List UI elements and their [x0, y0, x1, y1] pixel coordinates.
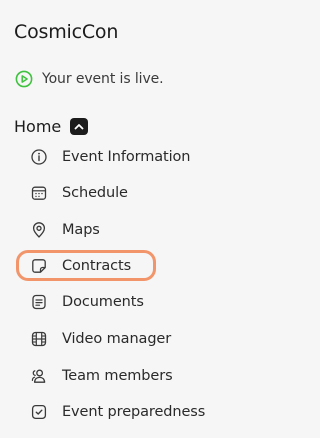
- nav-item-label: Video manager: [62, 331, 172, 347]
- film-icon: [30, 330, 48, 348]
- nav-item-label: Event preparedness: [62, 404, 206, 420]
- section-title: Home: [14, 117, 62, 136]
- nav-item-label: Event Information: [62, 149, 191, 165]
- nav-item-team-members[interactable]: Team members: [30, 364, 173, 388]
- event-status: Your event is live.: [15, 70, 164, 88]
- map-pin-icon: [30, 221, 48, 239]
- users-icon: [30, 367, 48, 385]
- nav-item-video-manager[interactable]: Video manager: [30, 327, 171, 351]
- nav-item-event-preparedness[interactable]: Event preparedness: [30, 400, 205, 424]
- event-status-text: Your event is live.: [42, 71, 164, 87]
- play-circle-icon: [15, 70, 33, 88]
- check-badge-icon: [30, 403, 48, 421]
- nav-item-documents[interactable]: Documents: [30, 290, 144, 314]
- chevron-up-icon[interactable]: [70, 118, 89, 135]
- app-title: CosmicCon: [14, 21, 119, 43]
- nav-item-label: Team members: [62, 368, 173, 384]
- nav-item-label: Maps: [62, 222, 100, 238]
- info-icon: [30, 148, 48, 166]
- nav-item-event-information[interactable]: Event Information: [30, 145, 190, 169]
- sticky-note-icon: [30, 257, 48, 275]
- nav-item-maps[interactable]: Maps: [30, 218, 100, 242]
- nav-item-schedule[interactable]: Schedule: [30, 181, 128, 205]
- nav-item-contracts[interactable]: Contracts: [30, 254, 131, 278]
- nav-item-label: Documents: [62, 294, 144, 310]
- nav-item-label: Contracts: [62, 258, 132, 274]
- nav-item-label: Schedule: [62, 185, 128, 201]
- home-section-header[interactable]: Home: [14, 117, 89, 136]
- calendar-icon: [30, 184, 48, 202]
- document-icon: [30, 293, 48, 311]
